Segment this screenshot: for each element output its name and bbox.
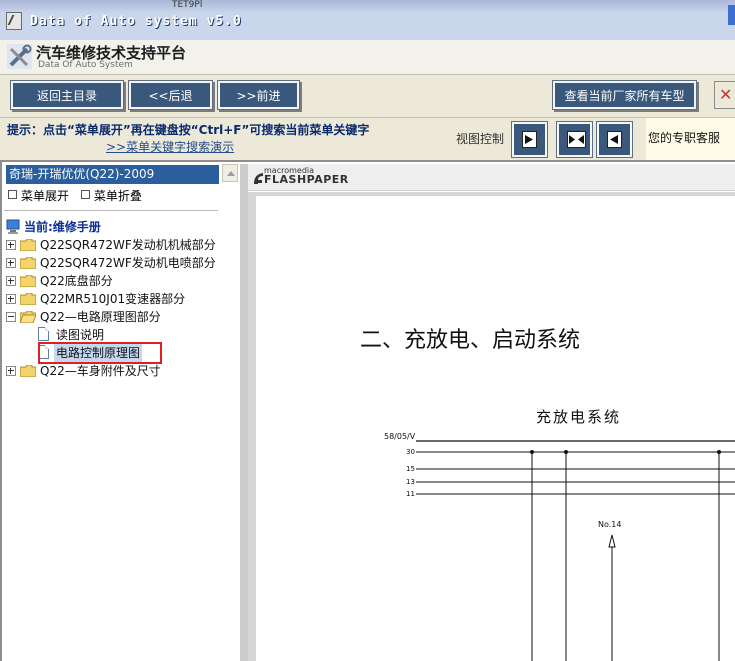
- hint-row: 提示：点击“菜单展开”再在键盘按“Ctrl+F”可搜索当前菜单关键字 >>菜单关…: [0, 117, 735, 160]
- bus-label: 15: [406, 465, 415, 473]
- search-demo-link[interactable]: >>菜单关键字搜索演示: [106, 138, 234, 155]
- back-button[interactable]: <<后退: [129, 81, 212, 109]
- expand-right-icon: [522, 131, 537, 148]
- folder-icon: [20, 239, 36, 251]
- home-button[interactable]: 返回主目录: [11, 81, 123, 109]
- bus-label: 11: [406, 490, 415, 498]
- expand-plus-icon[interactable]: [6, 366, 16, 376]
- scroll-up-button[interactable]: [222, 164, 238, 182]
- background-tab-text: TET9Pl: [172, 0, 203, 10]
- expand-icon: [8, 190, 17, 199]
- menu-expand-button[interactable]: 菜单展开: [8, 189, 69, 203]
- expand-plus-icon[interactable]: [6, 276, 16, 286]
- support-label[interactable]: 您的专职客服: [646, 118, 735, 160]
- menu-ops: 菜单展开 菜单折叠: [8, 187, 150, 204]
- menu-collapse-button[interactable]: 菜单折叠: [80, 189, 142, 203]
- tools-logo-icon: [7, 44, 32, 69]
- tree-item-label: Q22—电路原理图部分: [40, 310, 161, 324]
- split-icon: [567, 131, 586, 148]
- selection-highlight: [38, 342, 162, 364]
- expand-plus-icon[interactable]: [6, 294, 16, 304]
- menu-collapse-label: 菜单折叠: [93, 189, 142, 203]
- view-left-panel-button[interactable]: [512, 122, 547, 157]
- nav-bar: 返回主目录 <<后退 >>前进 查看当前厂家所有车型: [0, 75, 735, 117]
- folder-icon: [20, 257, 36, 269]
- menu-expand-label: 菜单展开: [21, 189, 70, 203]
- document-page: 二、充放电、启动系统 充放电系统 58/05/V 30 15 13 11 No.…: [256, 196, 735, 661]
- view-split-button[interactable]: [557, 122, 592, 157]
- title-strip: [0, 0, 735, 13]
- expand-left-icon: [607, 131, 622, 148]
- flashpaper-logo-text: macromedia FLASHPAPER: [264, 166, 349, 185]
- document-viewer: macromedia FLASHPAPER 二、充放电、启动系统 充放电系统 5…: [240, 160, 735, 661]
- collapse-icon: [80, 190, 90, 199]
- bus-label: 13: [406, 478, 415, 486]
- folder-icon: [20, 365, 36, 377]
- folder-icon: [20, 293, 36, 305]
- viewer-left-strip: [240, 164, 248, 661]
- node-label: No.14: [598, 520, 621, 529]
- vehicle-title: 奇瑞-开瑞优优(Q22)-2009: [6, 165, 219, 184]
- document-title: 二、充放电、启动系统: [360, 328, 581, 353]
- tree-item-label: Q22SQR472WF发动机电喷部分: [40, 256, 216, 270]
- tree-item-label: Q22底盘部分: [40, 274, 113, 288]
- window-control-edge[interactable]: [728, 5, 735, 25]
- current-manual-label: 当前:维修手册: [24, 220, 101, 234]
- open-folder-icon: [20, 311, 36, 323]
- brand-subtitle: Data Of Auto System: [38, 60, 133, 70]
- forward-button[interactable]: >>前进: [218, 81, 299, 109]
- flashpaper-toolbar: macromedia FLASHPAPER: [248, 164, 735, 191]
- window-title: Data of Auto system v5.0: [30, 14, 242, 29]
- app-header: 汽车维修技术支持平台 Data Of Auto System: [0, 40, 735, 75]
- collapse-minus-icon[interactable]: [6, 312, 16, 322]
- document-icon: [38, 327, 49, 341]
- circuit-diagram: 58/05/V 30 15 13 11 No.14: [384, 432, 735, 661]
- sidebar-divider: [4, 210, 218, 211]
- page-area[interactable]: 二、充放电、启动系统 充放电系统 58/05/V 30 15 13 11 No.…: [248, 192, 735, 661]
- bus-label: 30: [406, 448, 415, 456]
- tree-item-label: Q22MR510J01变速器部分: [40, 292, 186, 306]
- window-title-bar: TET9Pl Data of Auto system v5.0: [0, 0, 735, 40]
- computer-icon: [6, 219, 20, 234]
- expand-plus-icon[interactable]: [6, 258, 16, 268]
- expand-plus-icon[interactable]: [6, 240, 16, 250]
- document-subtitle: 充放电系统: [536, 408, 622, 426]
- bus-label: 58/05/V: [384, 432, 416, 441]
- folder-icon: [20, 275, 36, 287]
- tree-item-label: Q22—车身附件及尺寸: [40, 364, 161, 378]
- logo-bottom: FLASHPAPER: [264, 173, 349, 186]
- flashpaper-logo-icon: [254, 173, 263, 184]
- all-models-button[interactable]: 查看当前厂家所有车型: [553, 81, 696, 109]
- close-icon[interactable]: [714, 81, 735, 109]
- view-right-panel-button[interactable]: [597, 122, 632, 157]
- tree-item-label: Q22SQR472WF发动机机械部分: [40, 238, 216, 252]
- sidebar: 奇瑞-开瑞优优(Q22)-2009 菜单展开 菜单折叠 当前:维修手册 Q22S…: [0, 160, 240, 661]
- search-hint: 提示：点击“菜单展开”再在键盘按“Ctrl+F”可搜索当前菜单关键字: [7, 123, 370, 137]
- app-icon: [6, 12, 22, 30]
- view-control-label: 视图控制: [456, 132, 505, 146]
